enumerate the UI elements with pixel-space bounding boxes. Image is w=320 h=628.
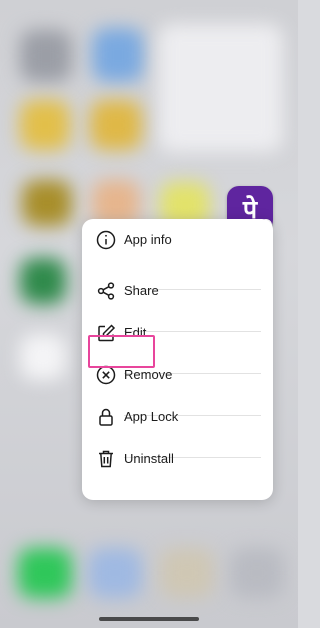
menu-item-label: Share bbox=[124, 283, 159, 298]
blurred-dock-icon bbox=[160, 548, 214, 598]
trash-icon bbox=[95, 448, 117, 470]
blurred-dock-icon bbox=[88, 548, 142, 598]
lock-icon bbox=[95, 406, 117, 428]
menu-item-label: App info bbox=[124, 232, 172, 247]
menu-item-label: Uninstall bbox=[124, 451, 174, 466]
menu-item-uninstall[interactable]: Uninstall bbox=[82, 450, 273, 500]
blurred-app-icon bbox=[20, 258, 66, 304]
blurred-dock-icon bbox=[18, 548, 72, 598]
blurred-app-icon bbox=[20, 334, 66, 380]
edit-highlight-box bbox=[88, 335, 155, 368]
blurred-app-icon bbox=[20, 100, 70, 150]
menu-item-app-info[interactable]: App info bbox=[82, 219, 273, 261]
blurred-dock-icon bbox=[230, 548, 284, 598]
menu-item-label: App Lock bbox=[124, 409, 179, 424]
blurred-app-icon bbox=[20, 30, 72, 82]
blurred-app-icon bbox=[90, 100, 142, 150]
home-indicator[interactable] bbox=[99, 617, 199, 621]
blurred-app-icon bbox=[22, 180, 72, 226]
blurred-widget bbox=[158, 24, 283, 152]
blurred-app-icon bbox=[92, 28, 144, 82]
menu-item-label: Remove bbox=[124, 367, 173, 382]
info-icon bbox=[95, 229, 117, 251]
share-icon bbox=[95, 280, 117, 302]
